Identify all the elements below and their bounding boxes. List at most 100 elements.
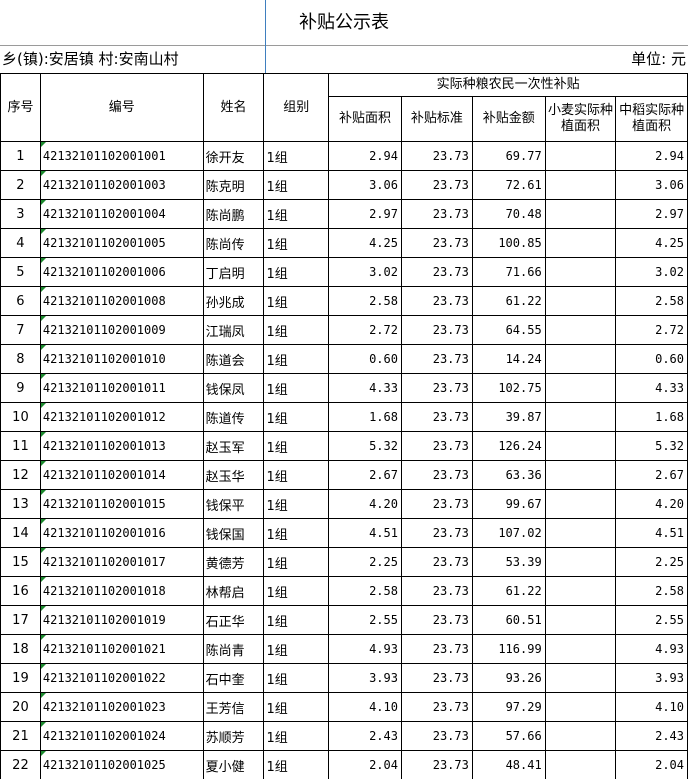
cell-name[interactable]: 孙兆成 xyxy=(202,286,265,316)
cell-area[interactable]: 2.94 xyxy=(328,141,402,171)
cell-group[interactable]: 1组 xyxy=(263,402,330,432)
cell-standard[interactable]: 23.73 xyxy=(400,692,473,722)
cell-name[interactable]: 徐开友 xyxy=(202,141,265,171)
cell-area[interactable]: 4.93 xyxy=(328,634,402,664)
cell-area[interactable]: 2.67 xyxy=(328,460,402,490)
cell-rice-area[interactable]: 0.60 xyxy=(615,344,688,374)
unit-label[interactable]: 单位: 元 xyxy=(631,45,686,73)
cell-wheat-area[interactable] xyxy=(544,402,617,432)
cell-group[interactable]: 1组 xyxy=(263,315,330,345)
cell-amount[interactable]: 39.87 xyxy=(471,402,546,432)
cell-area[interactable]: 4.25 xyxy=(328,228,402,258)
cell-wheat-area[interactable] xyxy=(544,170,617,200)
header-rice-area[interactable]: 中稻实际种植面积 xyxy=(615,96,688,142)
cell-rice-area[interactable]: 1.68 xyxy=(615,402,688,432)
cell-wheat-area[interactable] xyxy=(544,344,617,374)
cell-wheat-area[interactable] xyxy=(544,547,617,577)
header-code[interactable]: 编号 xyxy=(39,73,204,142)
cell-group[interactable]: 1组 xyxy=(263,605,330,635)
cell-code[interactable]: 42132101102001008 xyxy=(39,286,204,316)
cell-standard[interactable]: 23.73 xyxy=(400,547,473,577)
cell-standard[interactable]: 23.73 xyxy=(400,228,473,258)
cell-wheat-area[interactable] xyxy=(544,489,617,519)
cell-name[interactable]: 陈尚传 xyxy=(202,228,265,258)
header-group[interactable]: 组别 xyxy=(263,73,330,142)
cell-standard[interactable]: 23.73 xyxy=(400,315,473,345)
cell-seq[interactable]: 5 xyxy=(0,257,41,287)
cell-area[interactable]: 2.04 xyxy=(328,750,402,779)
cell-seq[interactable]: 3 xyxy=(0,199,41,229)
header-area[interactable]: 补贴面积 xyxy=(328,96,402,142)
cell-standard[interactable]: 23.73 xyxy=(400,518,473,548)
cell-area[interactable]: 3.93 xyxy=(328,663,402,693)
cell-seq[interactable]: 9 xyxy=(0,373,41,403)
cell-wheat-area[interactable] xyxy=(544,199,617,229)
cell-standard[interactable]: 23.73 xyxy=(400,199,473,229)
cell-code[interactable]: 42132101102001009 xyxy=(39,315,204,345)
cell-amount[interactable]: 99.67 xyxy=(471,489,546,519)
cell-rice-area[interactable]: 4.33 xyxy=(615,373,688,403)
cell-amount[interactable]: 102.75 xyxy=(471,373,546,403)
cell-code[interactable]: 42132101102001013 xyxy=(39,431,204,461)
cell-area[interactable]: 2.55 xyxy=(328,605,402,635)
cell-group[interactable]: 1组 xyxy=(263,344,330,374)
cell-amount[interactable]: 116.99 xyxy=(471,634,546,664)
page-title[interactable]: 补贴公示表 xyxy=(0,0,688,45)
cell-rice-area[interactable]: 2.67 xyxy=(615,460,688,490)
cell-seq[interactable]: 15 xyxy=(0,547,41,577)
cell-amount[interactable]: 61.22 xyxy=(471,576,546,606)
cell-code[interactable]: 42132101102001012 xyxy=(39,402,204,432)
cell-standard[interactable]: 23.73 xyxy=(400,141,473,171)
cell-area[interactable]: 4.33 xyxy=(328,373,402,403)
cell-rice-area[interactable]: 2.55 xyxy=(615,605,688,635)
cell-standard[interactable]: 23.73 xyxy=(400,576,473,606)
cell-code[interactable]: 42132101102001004 xyxy=(39,199,204,229)
cell-rice-area[interactable]: 3.93 xyxy=(615,663,688,693)
cell-group[interactable]: 1组 xyxy=(263,750,330,779)
cell-name[interactable]: 钱保国 xyxy=(202,518,265,548)
cell-group[interactable]: 1组 xyxy=(263,663,330,693)
cell-area[interactable]: 4.51 xyxy=(328,518,402,548)
cell-group[interactable]: 1组 xyxy=(263,373,330,403)
cell-wheat-area[interactable] xyxy=(544,750,617,779)
cell-group[interactable]: 1组 xyxy=(263,141,330,171)
cell-area[interactable]: 2.43 xyxy=(328,721,402,751)
cell-standard[interactable]: 23.73 xyxy=(400,431,473,461)
cell-amount[interactable]: 48.41 xyxy=(471,750,546,779)
cell-name[interactable]: 赵玉军 xyxy=(202,431,265,461)
cell-group[interactable]: 1组 xyxy=(263,170,330,200)
cell-wheat-area[interactable] xyxy=(544,141,617,171)
header-wheat-area[interactable]: 小麦实际种植面积 xyxy=(544,96,617,142)
cell-rice-area[interactable]: 4.25 xyxy=(615,228,688,258)
cell-area[interactable]: 0.60 xyxy=(328,344,402,374)
cell-seq[interactable]: 6 xyxy=(0,286,41,316)
cell-code[interactable]: 42132101102001017 xyxy=(39,547,204,577)
cell-amount[interactable]: 70.48 xyxy=(471,199,546,229)
cell-name[interactable]: 陈道会 xyxy=(202,344,265,374)
cell-standard[interactable]: 23.73 xyxy=(400,170,473,200)
cell-amount[interactable]: 100.85 xyxy=(471,228,546,258)
cell-name[interactable]: 陈尚青 xyxy=(202,634,265,664)
cell-amount[interactable]: 126.24 xyxy=(471,431,546,461)
cell-code[interactable]: 42132101102001016 xyxy=(39,518,204,548)
cell-rice-area[interactable]: 4.93 xyxy=(615,634,688,664)
cell-standard[interactable]: 23.73 xyxy=(400,286,473,316)
cell-wheat-area[interactable] xyxy=(544,228,617,258)
cell-area[interactable]: 2.97 xyxy=(328,199,402,229)
cell-rice-area[interactable]: 2.94 xyxy=(615,141,688,171)
cell-code[interactable]: 42132101102001021 xyxy=(39,634,204,664)
cell-standard[interactable]: 23.73 xyxy=(400,402,473,432)
cell-wheat-area[interactable] xyxy=(544,518,617,548)
cell-name[interactable]: 林帮启 xyxy=(202,576,265,606)
cell-rice-area[interactable]: 4.20 xyxy=(615,489,688,519)
cell-amount[interactable]: 71.66 xyxy=(471,257,546,287)
cell-seq[interactable]: 1 xyxy=(0,141,41,171)
cell-name[interactable]: 江瑞凤 xyxy=(202,315,265,345)
cell-standard[interactable]: 23.73 xyxy=(400,373,473,403)
cell-group[interactable]: 1组 xyxy=(263,286,330,316)
cell-amount[interactable]: 69.77 xyxy=(471,141,546,171)
cell-standard[interactable]: 23.73 xyxy=(400,257,473,287)
cell-rice-area[interactable]: 2.97 xyxy=(615,199,688,229)
cell-amount[interactable]: 61.22 xyxy=(471,286,546,316)
cell-code[interactable]: 42132101102001003 xyxy=(39,170,204,200)
